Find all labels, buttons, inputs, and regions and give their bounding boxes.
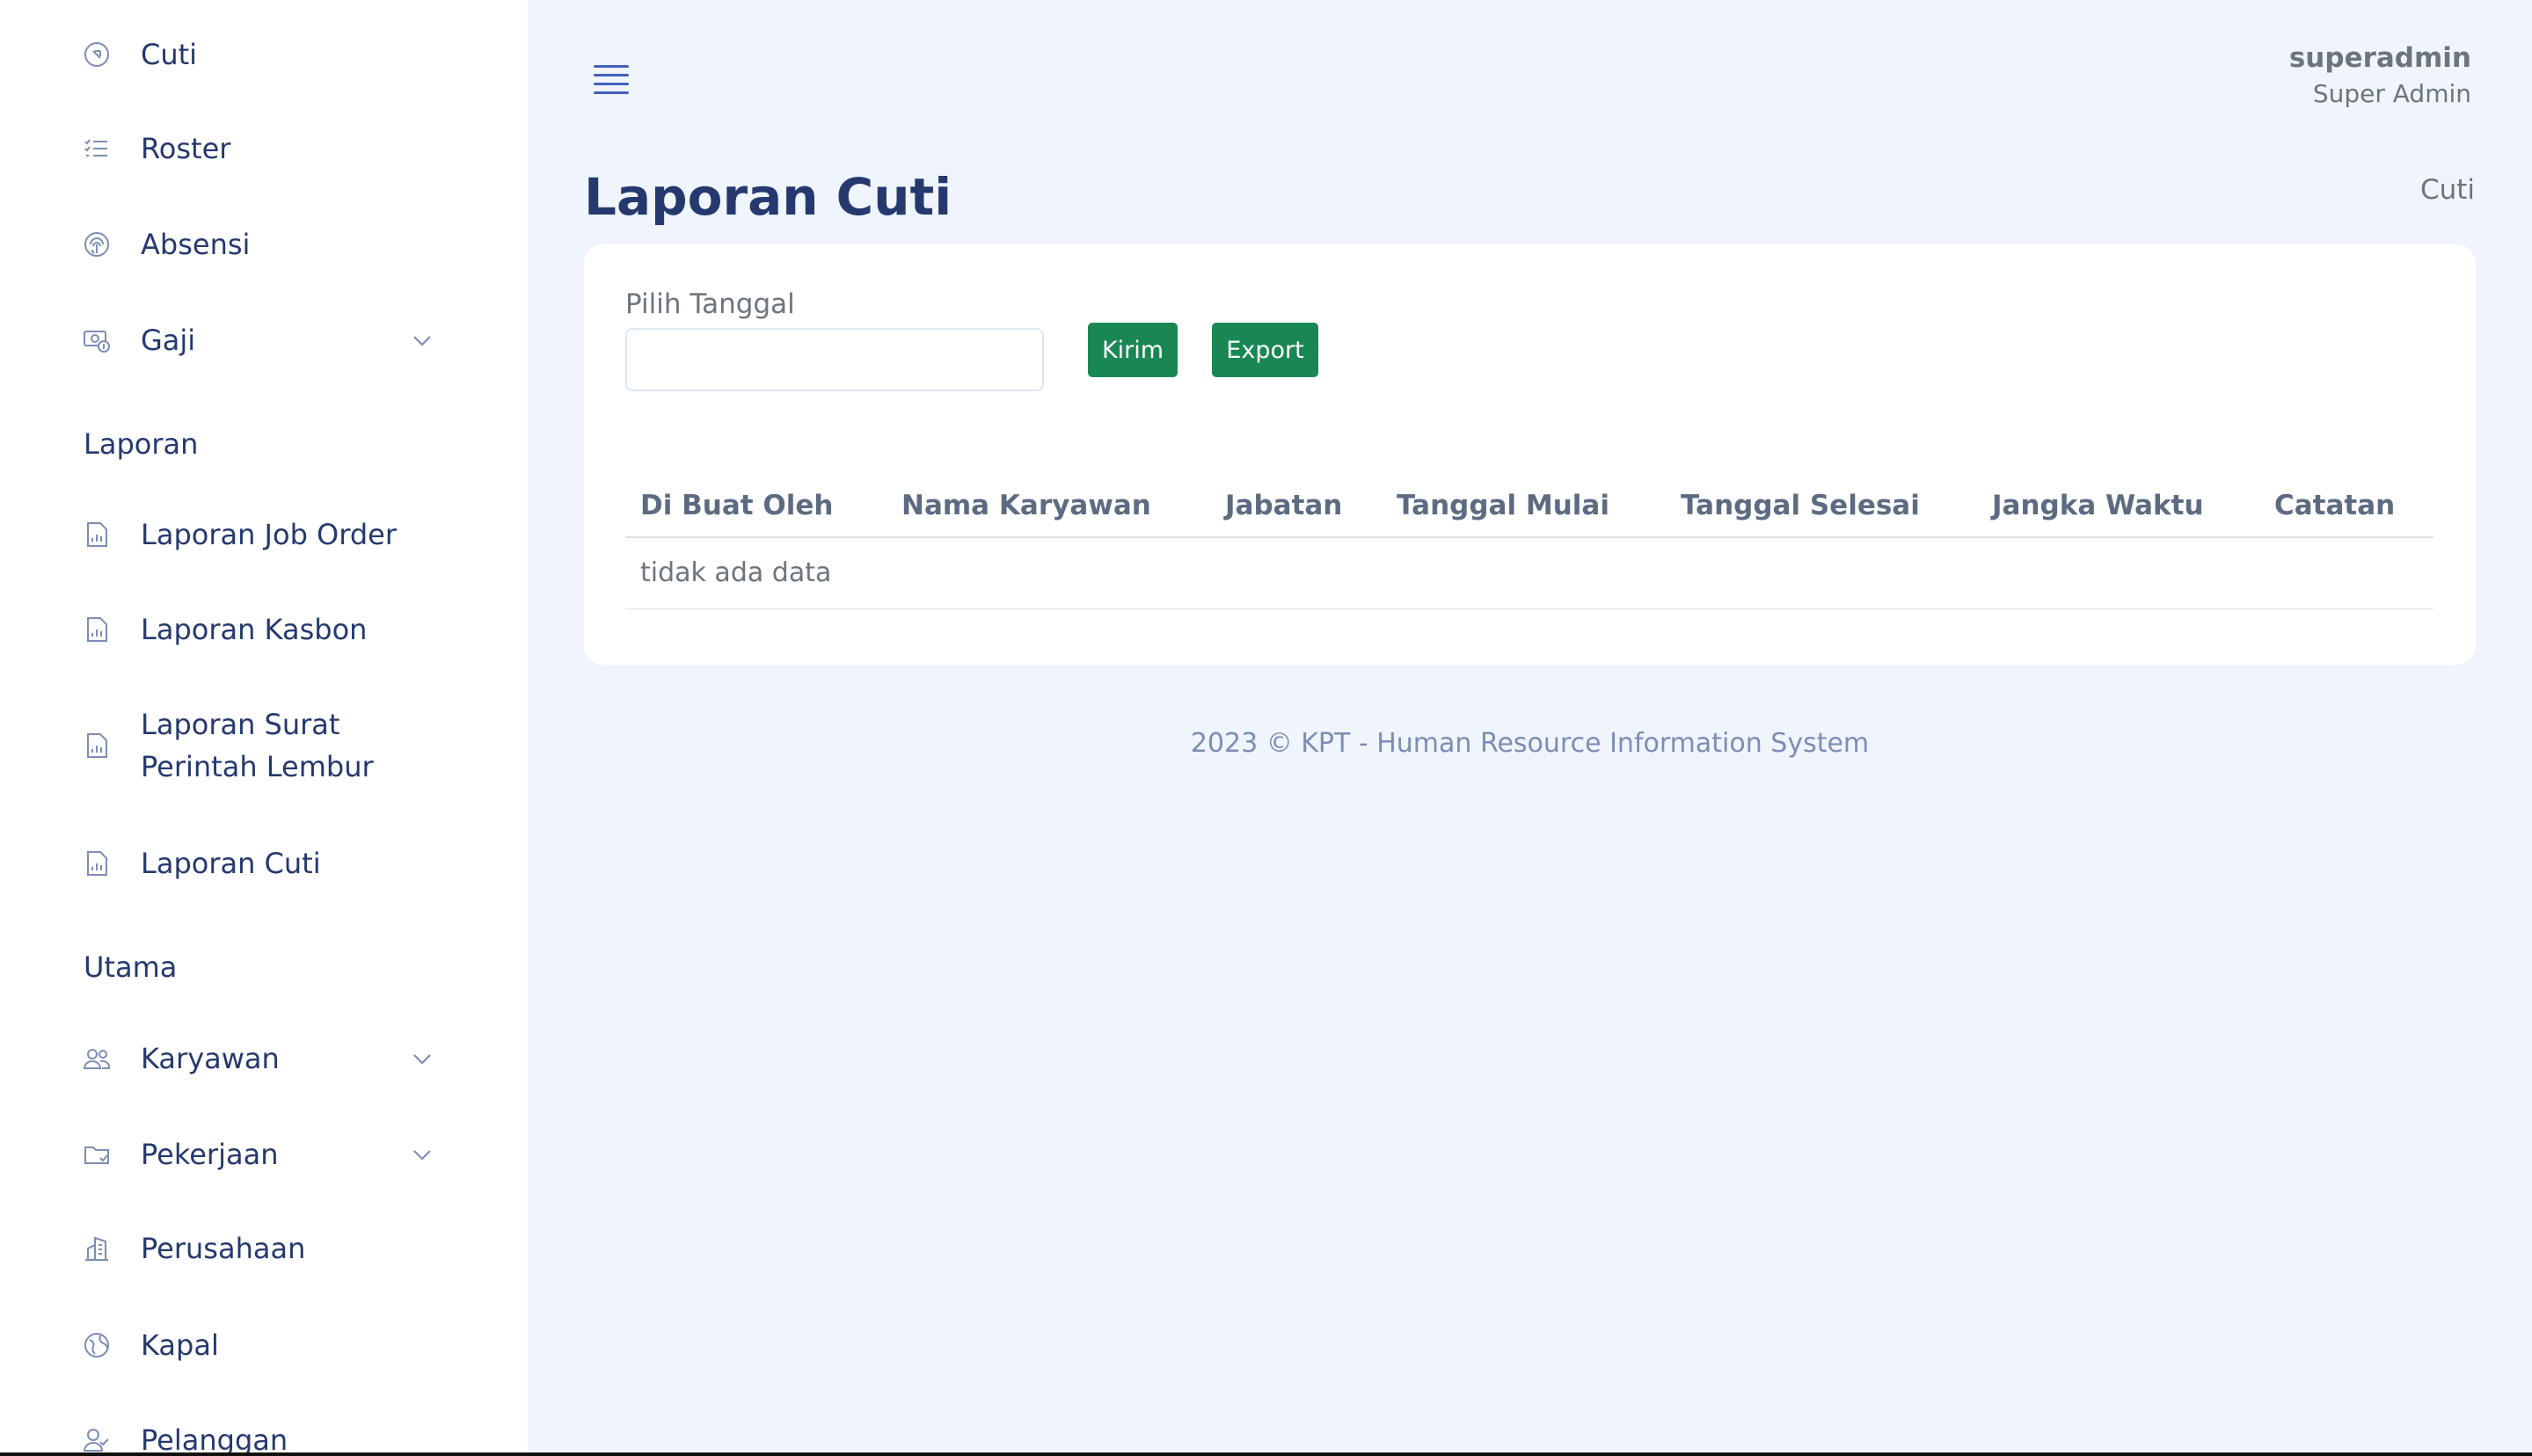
file-chart-icon	[83, 615, 111, 644]
window-bottom-border	[0, 1452, 2532, 1456]
sidebar-item-kapal[interactable]: Kapal	[83, 1324, 443, 1366]
hamburger-menu-icon[interactable]	[591, 62, 633, 97]
sidebar-item-laporan-kasbon[interactable]: Laporan Kasbon	[83, 608, 443, 651]
page-title: Laporan Cuti	[584, 167, 952, 227]
sidebar-item-label: Laporan Surat Perintah Lembur	[141, 708, 374, 783]
column-header-catatan: Catatan	[2274, 490, 2396, 521]
column-header-jabatan: Jabatan	[1225, 490, 1343, 521]
sidebar-item-label: Perusahaan	[141, 1232, 306, 1265]
submit-button[interactable]: Kirim	[1088, 323, 1178, 377]
report-card: Pilih Tanggal Kirim Export Di Buat Oleh …	[584, 244, 2476, 665]
sidebar-item-label: Roster	[141, 132, 231, 165]
file-chart-icon	[83, 732, 111, 760]
sidebar-item-label: Karyawan	[141, 1042, 280, 1075]
column-header-jangka-waktu: Jangka Waktu	[1992, 490, 2204, 521]
chevron-down-icon[interactable]	[410, 1142, 434, 1167]
sidebar-item-laporan-surat-perintah-lembur[interactable]: Laporan Surat Perintah Lembur	[83, 703, 443, 788]
file-chart-icon	[83, 521, 111, 549]
sidebar-item-label: Pekerjaan	[141, 1138, 279, 1171]
sidebar-item-label: Laporan Cuti	[141, 847, 321, 880]
sidebar-item-label: Laporan Job Order	[141, 518, 397, 551]
user-role: Super Admin	[2312, 79, 2471, 108]
sidebar-item-absensi[interactable]: Absensi	[83, 223, 443, 266]
sidebar-item-roster[interactable]: Roster	[83, 127, 443, 170]
footer-copyright: 2023 © KPT - Human Resource Information …	[1190, 728, 1870, 759]
column-header-tanggal-mulai: Tanggal Mulai	[1397, 490, 1609, 521]
person-check-icon	[83, 1426, 111, 1454]
sidebar-item-laporan-cuti[interactable]: Laporan Cuti	[83, 842, 443, 885]
empty-table-message: tidak ada data	[640, 557, 832, 588]
building-icon	[83, 1234, 111, 1263]
cash-coin-icon	[83, 326, 111, 354]
people-icon	[83, 1045, 111, 1073]
globe-icon	[83, 1331, 111, 1359]
sidebar-item-pelanggan[interactable]: Pelanggan	[83, 1419, 443, 1456]
sidebar-item-label: Kapal	[141, 1329, 219, 1362]
date-input[interactable]	[625, 328, 1044, 391]
export-button[interactable]: Export	[1212, 323, 1318, 377]
sidebar-item-perusahaan[interactable]: Perusahaan	[83, 1227, 443, 1270]
chevron-down-icon[interactable]	[410, 1046, 434, 1071]
date-field-label: Pilih Tanggal	[625, 288, 795, 320]
arrow-up-left-circle-icon	[83, 40, 111, 69]
sidebar-item-label: Pelanggan	[141, 1423, 288, 1456]
sidebar-item-label: Absensi	[141, 228, 251, 261]
sidebar-item-cuti[interactable]: Cuti	[83, 33, 443, 76]
file-chart-icon	[83, 849, 111, 877]
sidebar-item-karyawan[interactable]: Karyawan	[83, 1037, 443, 1080]
sidebar-section-laporan: Laporan	[84, 427, 199, 461]
column-header-dibuat-oleh: Di Buat Oleh	[640, 490, 834, 521]
chevron-down-icon[interactable]	[410, 328, 434, 353]
sidebar: Cuti Roster Absensi Gaji Laporan Laporan…	[0, 0, 528, 1456]
table-row: tidak ada data	[625, 538, 2433, 609]
breadcrumb[interactable]: Cuti	[2420, 174, 2475, 206]
user-name[interactable]: superadmin	[2289, 42, 2471, 74]
list-icon	[83, 135, 111, 163]
sidebar-item-label: Cuti	[141, 38, 198, 71]
sidebar-item-pekerjaan[interactable]: Pekerjaan	[83, 1133, 443, 1176]
sidebar-item-label: Gaji	[141, 324, 196, 357]
column-header-tanggal-selesai: Tanggal Selesai	[1681, 490, 1920, 521]
sidebar-item-laporan-job-order[interactable]: Laporan Job Order	[83, 513, 443, 556]
table-header: Di Buat Oleh Nama Karyawan Jabatan Tangg…	[625, 475, 2433, 538]
fingerprint-icon	[83, 230, 111, 258]
column-header-nama-karyawan: Nama Karyawan	[901, 490, 1151, 521]
sidebar-item-label: Laporan Kasbon	[141, 613, 368, 646]
sidebar-item-gaji[interactable]: Gaji	[83, 319, 443, 361]
folder-icon	[83, 1140, 111, 1168]
sidebar-section-utama: Utama	[84, 950, 178, 984]
